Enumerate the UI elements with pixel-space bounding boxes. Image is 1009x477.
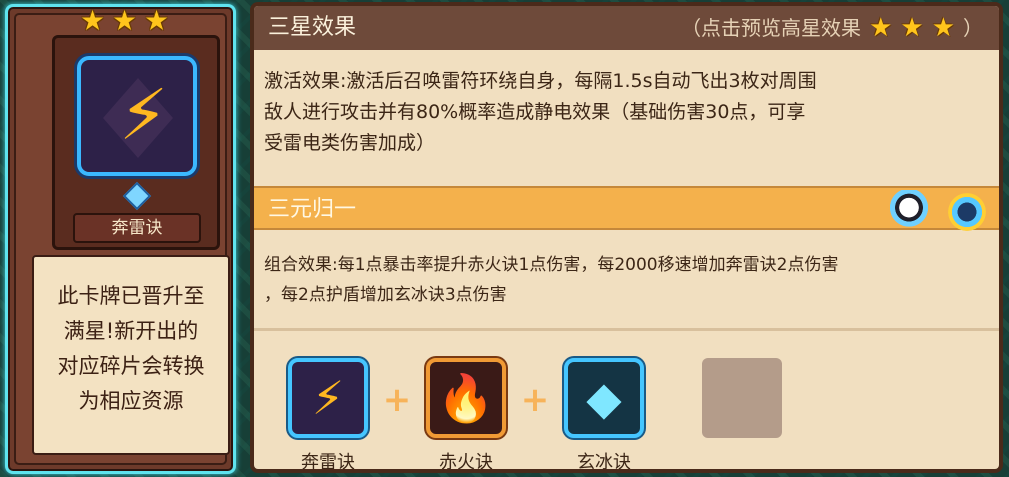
combo-line: 组合效果:每1点暴击率提升赤火诀1点伤害，每2000移速增加奔雷诀2点伤害: [264, 255, 839, 275]
character-avatar-icon[interactable]: [887, 190, 931, 234]
lightning-icon: ⚡: [77, 56, 197, 176]
star-icon: ★: [80, 4, 106, 37]
ice-crystal-icon: ◆: [564, 358, 644, 438]
star-icon: ★: [112, 4, 138, 37]
empty-card-slot[interactable]: [702, 358, 782, 438]
card-description-line: 对应碎片会转换: [57, 354, 205, 378]
preview-hint-close: ）: [963, 16, 983, 40]
card-description-line: 为相应资源: [78, 389, 184, 413]
star-icon: ★: [144, 4, 170, 37]
activation-line: 受雷电类伤害加成）: [264, 132, 436, 154]
combo-card-fire[interactable]: 🔥 赤火诀: [426, 358, 506, 473]
plus-icon: +: [382, 380, 412, 420]
three-star-header: 三星效果 （点击预览高星效果 ★ ★ ★ ）: [254, 6, 999, 50]
preview-high-star-button[interactable]: （点击预览高星效果 ★ ★ ★ ）: [681, 6, 983, 50]
combo-card-label: 赤火诀: [439, 452, 493, 473]
card-description-line: 满星!新开出的: [63, 319, 199, 343]
plus-icon: +: [520, 380, 550, 420]
combo-title: 三元归一: [268, 197, 357, 222]
combo-card-label: 奔雷诀: [301, 452, 355, 473]
divider: [254, 328, 999, 331]
star-icon: ★: [900, 13, 924, 43]
fire-icon: 🔥: [426, 358, 506, 438]
card-name: 奔雷诀: [73, 213, 201, 243]
preview-hint-text: （点击预览高星效果: [681, 16, 862, 40]
shield-emblem-icon[interactable]: [945, 190, 989, 234]
combo-line: ，每2点护盾增加玄冰诀3点伤害: [264, 285, 507, 305]
gem-icon: [122, 181, 152, 211]
star-icon: ★: [869, 13, 893, 43]
activation-line: 敌人进行攻击并有80%概率造成静电效果（基础伤害30点，可享: [264, 101, 806, 123]
combo-character-icons: [887, 190, 989, 234]
card-description-line: 此卡牌已晋升至: [57, 284, 205, 308]
lightning-icon: ⚡: [288, 358, 368, 438]
skill-card[interactable]: ⚡ 奔雷诀 此卡牌已晋升至 满星!新开出的 对应碎片会转换 为相应资源 ★ ★ …: [5, 4, 236, 474]
activation-effect: 激活效果:激活后召唤雷符环绕自身，每隔1.5s自动飞出3枚对周围 敌人进行攻击并…: [264, 66, 817, 159]
combo-effect: 组合效果:每1点暴击率提升赤火诀1点伤害，每2000移速增加奔雷诀2点伤害 ，每…: [264, 250, 838, 310]
combo-card-list: ⚡ 奔雷诀 + 🔥 赤火诀 + ◆ 玄冰诀: [288, 358, 782, 473]
card-frame: ⚡ 奔雷诀: [52, 35, 220, 250]
card-stars: ★ ★ ★: [80, 7, 172, 35]
card-description: 此卡牌已晋升至 满星!新开出的 对应碎片会转换 为相应资源: [32, 255, 230, 455]
combo-card-thunder[interactable]: ⚡ 奔雷诀: [288, 358, 368, 473]
card-inner: ⚡ 奔雷诀 此卡牌已晋升至 满星!新开出的 对应碎片会转换 为相应资源: [14, 13, 230, 465]
effect-panel: 三星效果 （点击预览高星效果 ★ ★ ★ ） 激活效果:激活后召唤雷符环绕自身，…: [250, 2, 1003, 473]
combo-card-label: 玄冰诀: [577, 452, 631, 473]
activation-line: 激活效果:激活后召唤雷符环绕自身，每隔1.5s自动飞出3枚对周围: [264, 70, 817, 92]
combo-header: 三元归一: [254, 186, 999, 234]
star-icon: ★: [931, 13, 955, 43]
three-star-title: 三星效果: [268, 15, 357, 40]
combo-card-ice[interactable]: ◆ 玄冰诀: [564, 358, 644, 473]
